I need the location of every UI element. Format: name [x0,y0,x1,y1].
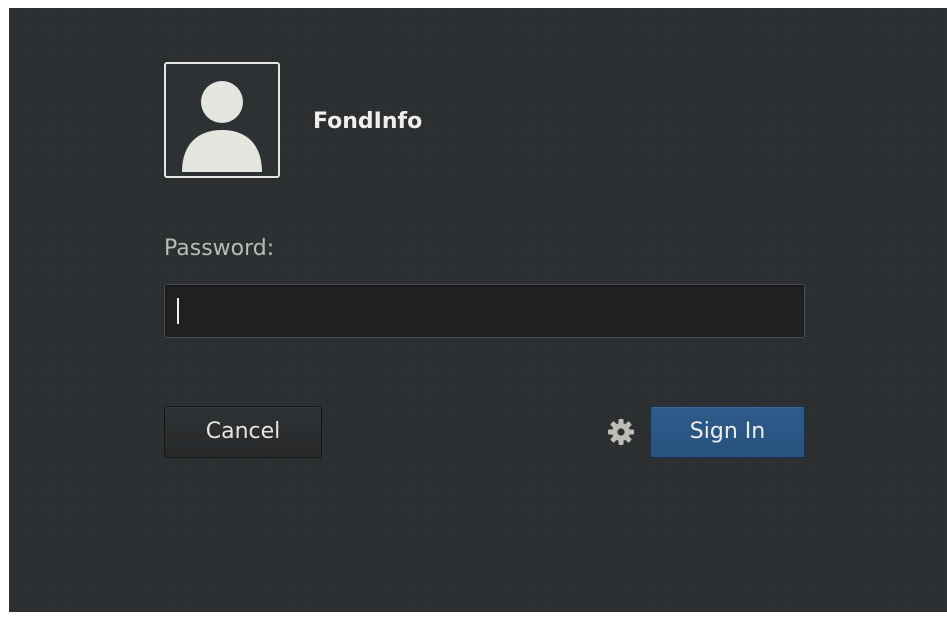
login-screen: FondInfo Password: Cancel Sign In [9,8,947,612]
cancel-button[interactable]: Cancel [164,406,322,458]
gear-icon[interactable] [606,417,636,447]
password-input[interactable] [165,285,804,337]
avatar [164,62,280,178]
password-field[interactable] [164,284,805,338]
sign-in-button[interactable]: Sign In [650,406,805,458]
user-silhouette-icon [182,81,262,172]
password-label: Password: [164,236,275,261]
user-name: FondInfo [313,109,423,134]
